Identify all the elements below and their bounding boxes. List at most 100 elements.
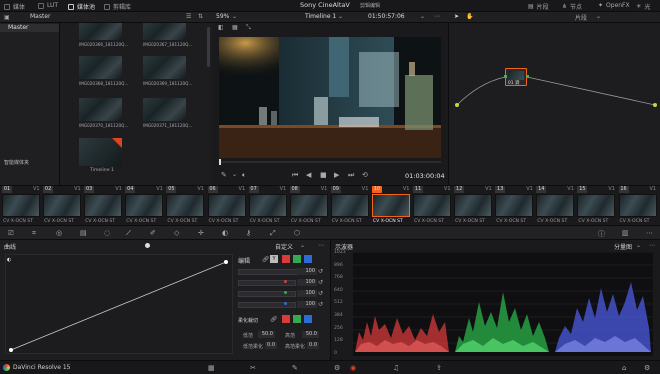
intensity-y-value[interactable]: 100 — [297, 268, 317, 275]
top-nav-openfx[interactable]: ✦ OpenFX — [598, 2, 630, 9]
timeline-thumbnail[interactable] — [79, 138, 122, 166]
settings-icon[interactable]: ⚙ — [644, 364, 650, 372]
timeline-clip[interactable] — [577, 194, 616, 217]
zoom-level[interactable]: 59% — [216, 13, 229, 20]
scope-type-select[interactable]: 分量图 — [614, 242, 632, 251]
timeline-clip[interactable] — [166, 194, 205, 217]
tracker-icon[interactable]: ✛ — [198, 229, 204, 237]
curve-graph[interactable]: ◐ — [5, 254, 233, 354]
clip-thumbnail[interactable] — [79, 98, 122, 121]
stop-icon[interactable]: ■ — [320, 171, 327, 179]
page-media-icon[interactable]: ▦ — [208, 364, 215, 372]
clip-thumbnail[interactable] — [79, 56, 122, 79]
timeline-clip[interactable] — [289, 194, 328, 217]
reset-icon[interactable]: ↺ — [318, 290, 323, 297]
page-color-icon[interactable]: ◉ — [350, 364, 356, 372]
color-match-icon[interactable]: ⌗ — [32, 229, 36, 238]
wipe-icon[interactable]: ⤡ — [246, 24, 251, 32]
timeline-clip[interactable] — [371, 194, 410, 217]
curves-reset-dot[interactable] — [145, 243, 150, 248]
skip-back-icon[interactable]: ⏮ — [292, 171, 298, 180]
top-nav-lightbox[interactable]: ☀ 光 — [636, 2, 650, 11]
home-icon[interactable]: ⌂ — [622, 364, 626, 372]
timeline-clip[interactable] — [248, 194, 287, 217]
list-view-icon[interactable]: ☰ — [186, 13, 191, 20]
top-nav-media[interactable]: 媒体 — [4, 2, 25, 11]
channel-red-toggle[interactable] — [282, 255, 290, 263]
blur-icon[interactable]: ◐ — [222, 229, 228, 237]
viewer-scrubber[interactable] — [219, 161, 441, 163]
low-soft-value[interactable]: 0.0 — [265, 342, 277, 349]
top-nav-gallery[interactable]: 剪辑库 — [104, 2, 131, 11]
chevron-down-icon[interactable]: ⌄ — [232, 171, 237, 178]
timeline-clip[interactable] — [43, 194, 82, 217]
intensity-r-value[interactable]: 100 — [297, 279, 317, 286]
softclip-blue-toggle[interactable] — [304, 315, 312, 323]
intensity-y-slider[interactable] — [238, 269, 304, 275]
clip-thumbnail[interactable] — [143, 23, 186, 40]
power-window-icon[interactable]: ◇ — [174, 229, 179, 237]
color-wheels-icon[interactable]: ◎ — [56, 229, 62, 237]
camera-raw-icon[interactable]: ⎚ — [8, 229, 14, 238]
clip-filter-select[interactable]: 片段 — [575, 13, 587, 22]
grid-icon[interactable]: ▦ — [232, 24, 238, 31]
curves-mode[interactable]: 自定义 — [275, 242, 293, 251]
scopes-icon[interactable]: ▥ — [622, 229, 629, 237]
timeline-clip[interactable] — [2, 194, 40, 217]
channel-y-toggle[interactable]: Y — [270, 255, 278, 263]
clip-thumbnail[interactable] — [143, 98, 186, 121]
qualifier-icon[interactable]: ✐ — [150, 229, 156, 237]
high-range-value[interactable]: 50.0 — [302, 331, 319, 338]
reset-icon[interactable]: ↺ — [318, 268, 323, 275]
chevron-down-icon[interactable]: ⌄ — [596, 13, 601, 20]
reset-icon[interactable]: ↺ — [318, 301, 323, 308]
top-nav-nodes[interactable]: ⋔ 节点 — [562, 2, 582, 11]
rgb-mixer-icon[interactable]: ▤ — [80, 229, 87, 237]
loop-icon[interactable]: ⟲ — [362, 171, 368, 179]
scope-options-icon[interactable]: ⋯ — [649, 242, 655, 249]
link-icon[interactable]: 🔗︎ — [270, 316, 278, 323]
page-cut-icon[interactable]: ✂ — [250, 364, 256, 372]
curves-tool-icon[interactable]: ⟋ — [126, 229, 131, 238]
low-range-value[interactable]: 50.0 — [258, 331, 275, 338]
chevron-down-icon[interactable]: ⌄ — [232, 13, 237, 20]
play-icon[interactable]: ▶ — [334, 171, 339, 179]
page-fairlight-icon[interactable]: ♫ — [393, 364, 399, 372]
key-icon[interactable]: ⚷ — [246, 229, 251, 237]
top-nav-lut[interactable]: LUT — [38, 2, 58, 9]
hand-tool-icon[interactable]: ✋ — [466, 13, 473, 20]
more-icon[interactable]: ⋯ — [646, 229, 653, 237]
intensity-g-value[interactable]: 100 — [297, 290, 317, 297]
chevron-down-icon[interactable]: ⌄ — [636, 242, 641, 249]
corrector-node[interactable]: 01 调 — [504, 68, 529, 86]
reverse-icon[interactable]: ◀ — [306, 171, 311, 179]
sizing-icon[interactable]: ⤢ — [270, 229, 276, 238]
node-input[interactable] — [504, 75, 507, 78]
timeline-clip[interactable] — [454, 194, 493, 217]
softclip-red-toggle[interactable] — [282, 315, 290, 323]
clip-thumbnail[interactable] — [143, 56, 186, 79]
skip-forward-icon[interactable]: ⏭ — [348, 171, 354, 180]
top-nav-clips[interactable]: ▤ 片段 — [528, 2, 549, 11]
timeline-clip[interactable] — [84, 194, 123, 217]
clip-thumbnail[interactable] — [79, 23, 122, 40]
pointer-tool-icon[interactable]: ➤ — [454, 13, 459, 20]
intensity-b-value[interactable]: 100 — [297, 301, 317, 308]
curves-options-icon[interactable]: ⋯ — [318, 242, 324, 249]
3d-icon[interactable]: ⬡ — [294, 229, 300, 237]
page-deliver-icon[interactable]: ⇪ — [436, 364, 442, 372]
motion-effects-icon[interactable]: ◌ — [104, 229, 110, 237]
page-fusion-icon[interactable]: ⚙ — [334, 364, 340, 372]
timeline-clip[interactable] — [330, 194, 369, 217]
high-soft-value[interactable]: 0.0 — [307, 342, 319, 349]
viewer-options-icon[interactable]: ⋯ — [434, 13, 440, 20]
edit-tool-icon[interactable]: ✎ — [221, 171, 227, 179]
viewer-frame[interactable] — [219, 37, 441, 158]
timeline-clip[interactable] — [618, 194, 657, 217]
chevron-down-icon[interactable]: ⌄ — [300, 242, 305, 249]
node-output[interactable] — [526, 75, 529, 78]
playhead[interactable] — [219, 159, 221, 165]
curve-handle-icon[interactable]: ◐ — [7, 257, 11, 263]
link-icon[interactable]: 🔗︎ — [262, 256, 270, 263]
timeline-clip[interactable] — [413, 194, 451, 217]
